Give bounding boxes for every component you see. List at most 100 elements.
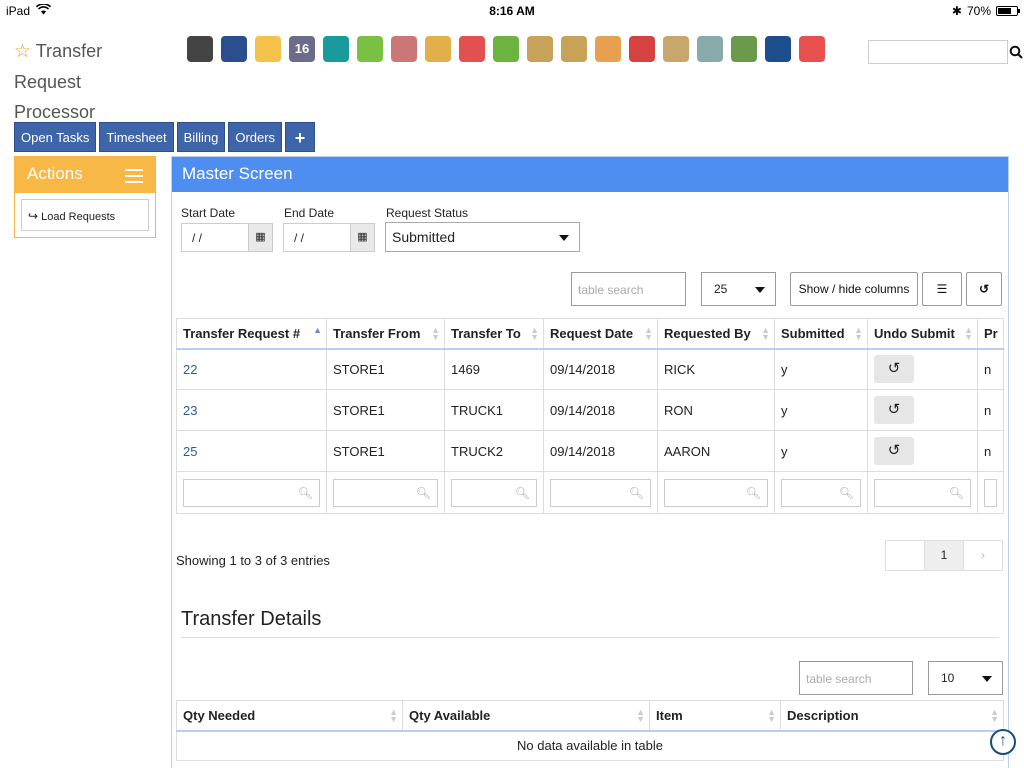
scroll-to-top-button[interactable]: ↑	[990, 729, 1016, 755]
app-title-line1: Transfer	[35, 41, 103, 61]
nav-billing[interactable]: Billing	[176, 122, 226, 152]
details-page-size-value: 10	[941, 671, 955, 685]
page-current-button[interactable]: 1	[925, 541, 964, 570]
search-icon: 🔍︎	[745, 485, 761, 500]
ios-status-bar: iPad 8:16 AM ✱ 70%	[0, 0, 1024, 22]
col-transfer-request[interactable]: Transfer Request # ▲	[176, 318, 327, 350]
col-transfer-from[interactable]: Transfer From ▲ ▼	[326, 318, 445, 350]
details-table-search-input[interactable]: table search	[799, 661, 913, 695]
truck-icon[interactable]	[457, 33, 487, 65]
col-qty-available[interactable]: Qty Available ▲ ▼	[402, 700, 650, 732]
transfer-details-title: Transfer Details	[181, 608, 999, 638]
actions-header: Actions	[15, 157, 155, 193]
col-undo-submit[interactable]: Undo Submit ▲ ▼	[867, 318, 978, 350]
money-chat-icon[interactable]	[627, 33, 657, 65]
calendar-icon[interactable]: ▦	[248, 224, 272, 251]
sort-icon: ▲ ▼	[530, 325, 539, 342]
request-status-select[interactable]: Submitted	[385, 222, 580, 252]
nav-orders[interactable]: Orders	[228, 122, 283, 152]
sync-icon[interactable]	[797, 33, 827, 65]
transfer-requests-table: Transfer Request # ▲ Transfer From ▲ ▼ Tran…	[176, 318, 1004, 514]
table-cell: STORE1	[326, 389, 445, 431]
pencil-icon[interactable]	[695, 33, 725, 65]
abacus-icon[interactable]	[389, 33, 419, 65]
bluetooth-icon: ✱	[951, 4, 962, 18]
cell-transfer-from: STORE1	[333, 402, 385, 418]
col-qty-needed[interactable]: Qty Needed ▲ ▼	[176, 700, 403, 732]
load-requests-label: Load Requests	[41, 211, 116, 223]
safe-icon[interactable]	[763, 33, 793, 65]
filter-input[interactable]: 🔍︎	[781, 478, 861, 507]
col-submitted[interactable]: Submitted ▲ ▼	[774, 318, 868, 350]
undo-submit-button[interactable]: ↺	[874, 355, 914, 384]
calendar-icon[interactable]: ▦	[350, 224, 374, 251]
request-id-link[interactable]: 25	[183, 444, 197, 459]
nav-timesheet[interactable]: Timesheet	[99, 122, 174, 152]
col-request-date[interactable]: Request Date ▲ ▼	[543, 318, 658, 350]
table-cell: y	[774, 430, 868, 472]
start-date-label: Start Date	[181, 206, 236, 220]
list-view-button[interactable]: ☰	[922, 272, 962, 306]
global-search-input[interactable]	[868, 40, 1008, 64]
search-icon: 🔍︎	[297, 485, 313, 500]
clipboard-icon[interactable]	[661, 33, 691, 65]
main-nav: Open Tasks Timesheet Billing Orders +	[14, 122, 316, 152]
page-size-select[interactable]: 25	[701, 272, 776, 306]
col-requested-by[interactable]: Requested By ▲ ▼	[657, 318, 775, 350]
module-toolbar: 16	[185, 33, 827, 65]
upload-box-icon[interactable]	[559, 33, 589, 65]
table-cell: y	[774, 389, 868, 431]
clock-icon[interactable]	[321, 33, 351, 65]
nav-open-tasks[interactable]: Open Tasks	[14, 122, 97, 152]
cell-submitted: y	[781, 402, 788, 418]
weather-icon[interactable]	[253, 33, 283, 65]
col-description[interactable]: Description ▲ ▼	[780, 700, 1004, 732]
download-box-icon[interactable]	[525, 33, 555, 65]
share-arrow-icon: ↪	[28, 209, 39, 223]
filter-input[interactable]	[984, 478, 997, 507]
table-cell: 23	[176, 389, 327, 431]
filter-input[interactable]: 🔍︎	[664, 478, 768, 507]
bank-icon[interactable]	[185, 33, 215, 65]
battery-icon	[996, 6, 1020, 16]
user-icon[interactable]	[219, 33, 249, 65]
hamburger-menu-icon[interactable]	[125, 169, 143, 187]
check-icon[interactable]	[355, 33, 385, 65]
table-cell: n	[977, 389, 1004, 431]
basket-icon[interactable]	[491, 33, 521, 65]
hand-sign-icon[interactable]	[593, 33, 623, 65]
start-date-input[interactable]: / / ▦	[181, 223, 273, 252]
table-cell: y	[774, 348, 868, 390]
table-cell: n	[977, 430, 1004, 472]
page-next-button[interactable]: ›	[964, 541, 1002, 570]
favorite-star-icon[interactable]: ☆	[14, 41, 31, 62]
filter-input[interactable]: 🔍︎	[550, 478, 651, 507]
request-id-link[interactable]: 22	[183, 362, 197, 377]
cash-icon[interactable]	[729, 33, 759, 65]
col-transfer-to[interactable]: Transfer To ▲ ▼	[444, 318, 544, 350]
undo-submit-button[interactable]: ↺	[874, 437, 914, 465]
table-search-input[interactable]: table search	[571, 272, 686, 306]
filter-input[interactable]: 🔍︎	[183, 478, 320, 507]
refresh-button[interactable]: ↺	[966, 272, 1002, 306]
cell-pr: n	[984, 361, 992, 377]
filter-input[interactable]: 🔍︎	[874, 478, 971, 507]
filter-input[interactable]: 🔍︎	[451, 478, 537, 507]
request-id-link[interactable]: 23	[183, 403, 197, 418]
calendar-icon[interactable]: 16	[287, 33, 317, 65]
filter-input[interactable]: 🔍︎	[333, 478, 438, 507]
search-icon: 🔍︎	[628, 485, 644, 500]
load-requests-button[interactable]: ↪ Load Requests	[21, 199, 149, 231]
add-tab-button[interactable]: +	[285, 122, 316, 152]
details-page-size-select[interactable]: 10	[928, 661, 1003, 695]
page-prev-button[interactable]	[886, 541, 925, 570]
col-pr[interactable]: Pr	[977, 318, 1004, 350]
magnifier-icon[interactable]	[423, 33, 453, 65]
cell-request-date: 09/14/2018	[550, 402, 616, 418]
chevron-down-icon	[982, 676, 992, 682]
undo-submit-button[interactable]: ↺	[874, 396, 914, 424]
search-icon[interactable]	[1009, 40, 1024, 64]
end-date-input[interactable]: / / ▦	[283, 223, 375, 252]
col-item[interactable]: Item ▲ ▼	[649, 700, 781, 732]
show-hide-columns-button[interactable]: Show / hide columns	[790, 272, 918, 306]
